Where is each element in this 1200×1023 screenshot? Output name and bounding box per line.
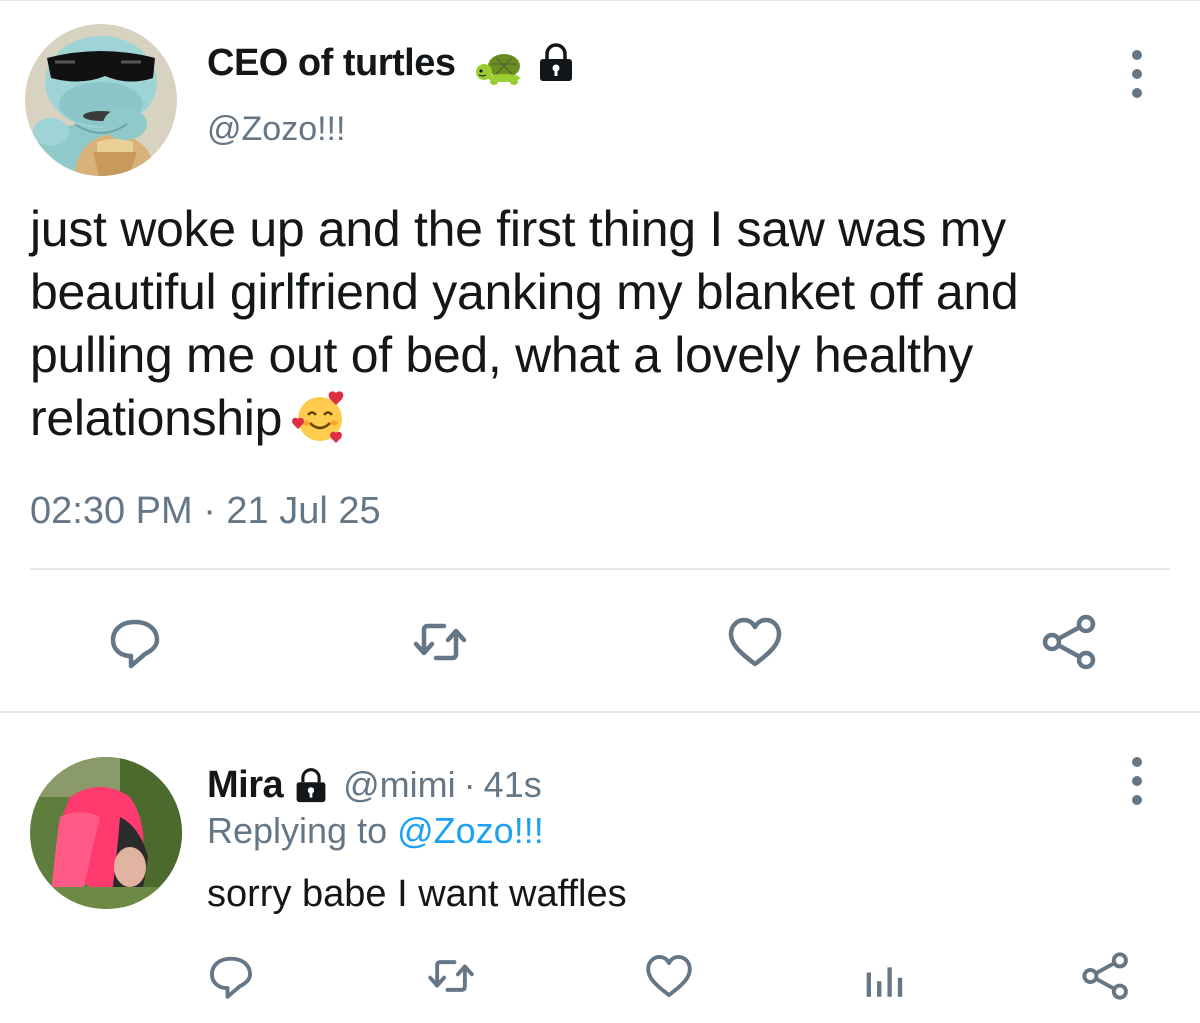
replying-to-mention-link[interactable]: @Zozo!!! [397,810,544,851]
reply-share-button[interactable] [1080,950,1132,1002]
tweet-text-line: beautiful girlfriend yanking my blanket … [30,264,1019,320]
more-dot-icon [1132,776,1142,786]
reply-avatar[interactable] [30,757,182,909]
analytics-icon [866,967,903,997]
lock-icon [540,43,572,81]
reply-retweet-button[interactable] [425,950,477,1002]
more-options-button[interactable] [1122,50,1152,98]
share-button[interactable] [1040,612,1100,672]
avatar[interactable] [25,24,177,176]
reply-display-name[interactable]: Mira [207,764,284,807]
reply-more-options-button[interactable] [1122,757,1152,805]
reply-timestamp[interactable]: 41s [484,764,542,806]
reply-user-handle[interactable]: @mimi [343,764,456,806]
share-icon [1082,952,1128,1000]
tweet-text-line: pulling me out of bed, what a lovely hea… [30,327,973,383]
tweet-text-line: just woke up and the first thing I saw w… [30,201,1006,257]
more-dot-icon [1132,88,1142,98]
more-dot-icon [1132,795,1142,805]
section-divider [0,711,1200,713]
tweet-text-last-line: relationship [30,387,1170,450]
replying-prefix: Replying to [207,810,398,851]
share-icon [1042,614,1096,670]
mira-avatar-image [30,757,182,909]
user-handle[interactable]: @Zozo!!! [207,110,345,149]
heart-icon [646,954,692,998]
reply-comment-button[interactable] [205,950,257,1002]
separator-dot: · [463,764,476,805]
replying-to: Replying to @Zozo!!! [207,810,544,852]
display-name[interactable]: CEO of turtles [207,42,456,85]
comment-button[interactable] [105,612,165,672]
tweet-text-line: relationship [30,390,283,446]
reply-analytics-button[interactable] [858,950,910,1002]
main-tweet: CEO of turtles @Zozo!!! just woke up and… [0,0,1200,712]
more-dot-icon [1132,50,1142,60]
smiling-face-with-hearts-emoji-icon [292,391,344,443]
retweet-icon [428,960,474,992]
tweet-text: just woke up and the first thing I saw w… [30,198,1170,450]
more-dot-icon [1132,757,1142,767]
tweet-timestamp[interactable]: 02:30 PM · 21 Jul 25 [30,490,381,533]
comment-icon [110,619,160,669]
like-button[interactable] [725,612,785,672]
retweet-button[interactable] [410,612,470,672]
comment-icon [209,956,253,999]
reply-text: sorry babe I want waffles [207,873,627,915]
reply-header: Mira @mimi · 41s [207,762,542,808]
retweet-icon [413,623,467,661]
more-dot-icon [1132,69,1142,79]
tweet-detail-page: CEO of turtles @Zozo!!! just woke up and… [0,0,1200,1023]
lock-icon [296,768,326,803]
reply-like-button[interactable] [643,950,695,1002]
heart-icon [728,617,782,667]
squirtle-avatar-image [25,24,177,176]
divider [30,568,1170,570]
turtle-emoji-icon [476,54,520,85]
